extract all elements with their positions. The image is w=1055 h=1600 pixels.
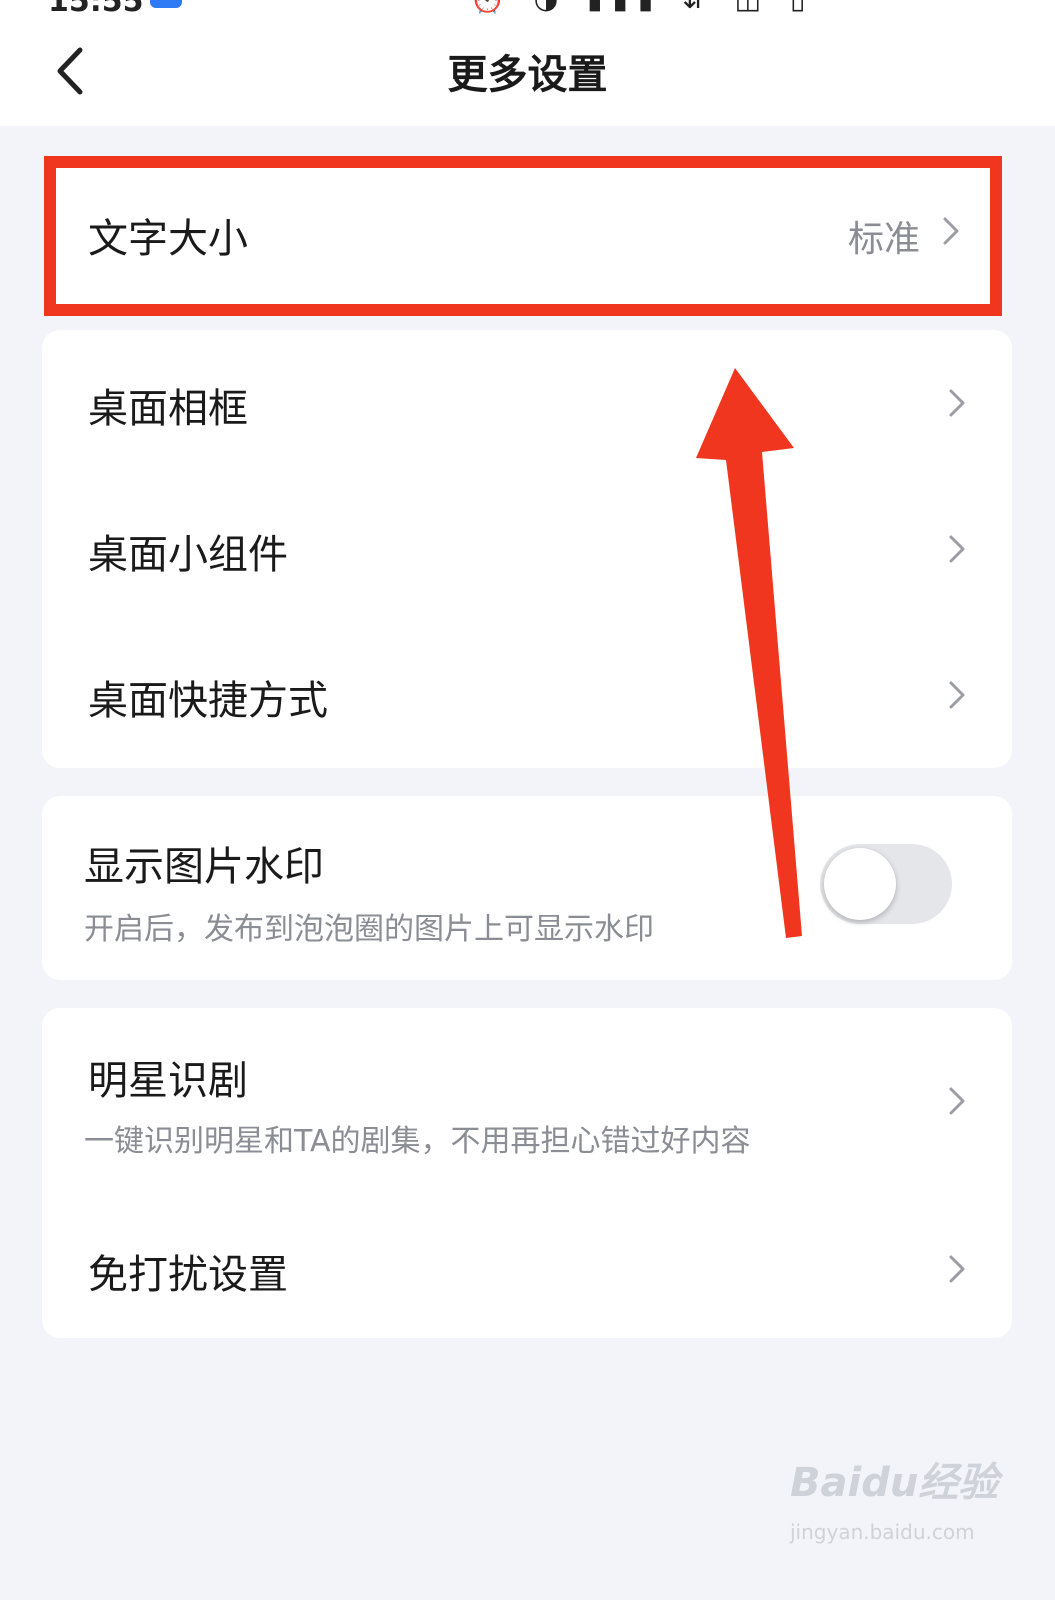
desktop-frame-label: 桌面相框 — [88, 386, 248, 432]
desktop-frame-row[interactable]: 桌面相框 — [42, 330, 1012, 476]
watermark-label: 显示图片水印 — [84, 844, 324, 890]
watermark-toggle[interactable] — [820, 844, 952, 924]
chevron-right-icon — [943, 217, 959, 245]
status-time: 15:55 — [48, 0, 144, 14]
watermark-url: jingyan.baidu.com — [790, 1520, 975, 1544]
font-size-value: 标准 — [847, 219, 920, 260]
watermark-logo: Baidu经验 — [790, 1460, 999, 1506]
more-settings-card: 明星识剧 一键识别明星和TA的剧集，不用再担心错过好内容 免打扰设置 — [42, 1008, 1012, 1338]
do-not-disturb-label: 免打扰设置 — [88, 1252, 288, 1298]
chevron-right-icon — [949, 535, 965, 563]
toggle-knob — [824, 848, 896, 920]
desktop-shortcut-label: 桌面快捷方式 — [88, 678, 328, 724]
chevron-right-icon — [949, 1087, 965, 1115]
do-not-disturb-row[interactable]: 免打扰设置 — [42, 1192, 1012, 1338]
font-size-label: 文字大小 — [88, 216, 248, 262]
status-bar: 15:55 ⏰ ◑ ▮▮▮ ⇵ ◫ ▯ — [0, 0, 1055, 14]
desktop-shortcut-row[interactable]: 桌面快捷方式 — [42, 622, 1012, 768]
page-title: 更多设置 — [447, 52, 608, 98]
header: 更多设置 — [0, 14, 1055, 126]
star-drama-subtitle: 一键识别明星和TA的剧集，不用再担心错过好内容 — [84, 1124, 751, 1159]
chevron-right-icon — [949, 681, 965, 709]
screen: 15:55 ⏰ ◑ ▮▮▮ ⇵ ◫ ▯ 更多设置 文字大小 标准 桌面相框 桌面… — [0, 0, 1055, 1600]
watermark-card: 显示图片水印 开启后，发布到泡泡圈的图片上可显示水印 — [42, 796, 1012, 980]
chevron-right-icon — [949, 389, 965, 417]
font-size-row[interactable]: 文字大小 标准 — [44, 156, 1002, 316]
status-icons: ⏰ ◑ ▮▮▮ ⇵ ◫ ▯ — [470, 0, 815, 14]
star-drama-label: 明星识剧 — [88, 1058, 248, 1104]
watermark-subtitle: 开启后，发布到泡泡圈的图片上可显示水印 — [84, 912, 654, 947]
desktop-widget-row[interactable]: 桌面小组件 — [42, 476, 1012, 622]
baidu-watermark: Baidu经验 jingyan.baidu.com — [790, 1450, 1020, 1550]
notification-icon — [150, 0, 182, 8]
chevron-right-icon — [949, 1255, 965, 1283]
star-drama-row[interactable]: 明星识剧 一键识别明星和TA的剧集，不用再担心错过好内容 — [42, 1008, 1012, 1192]
desktop-settings-card: 桌面相框 桌面小组件 桌面快捷方式 — [42, 330, 1012, 768]
desktop-widget-label: 桌面小组件 — [88, 532, 288, 578]
